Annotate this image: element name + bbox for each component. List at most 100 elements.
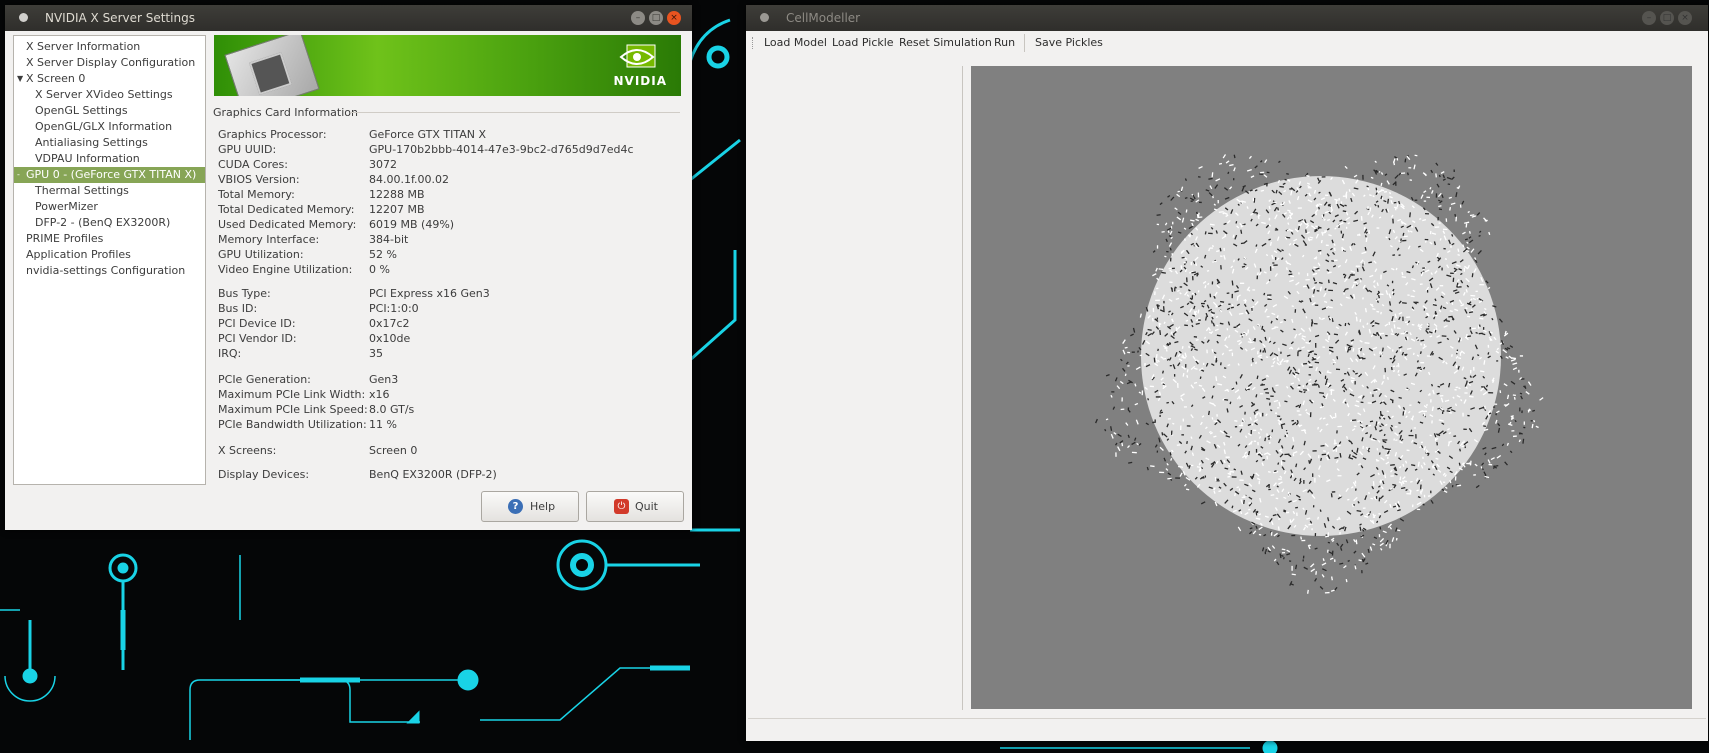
tree-item[interactable]: Application Profiles xyxy=(14,247,205,263)
tree-item[interactable]: ▼ X Screen 0 xyxy=(14,71,205,87)
run-button[interactable]: Run xyxy=(994,30,1015,56)
tree-item[interactable]: DFP-2 - (BenQ EX3200R) xyxy=(14,215,205,231)
tree-item[interactable]: Thermal Settings xyxy=(14,183,205,199)
help-button[interactable]: ? Help xyxy=(481,491,579,522)
cell xyxy=(1287,222,1290,225)
cell xyxy=(1223,187,1229,191)
tree-item[interactable]: X Server XVideo Settings xyxy=(14,87,205,103)
cell xyxy=(1309,350,1314,353)
cell xyxy=(1198,165,1203,169)
cell xyxy=(1257,355,1262,359)
tree-item[interactable]: OpenGL/GLX Information xyxy=(14,119,205,135)
cell xyxy=(1207,282,1210,286)
tree-item[interactable]: PowerMizer xyxy=(14,199,205,215)
window-menu-icon[interactable] xyxy=(19,13,28,22)
tree-item[interactable]: VDPAU Information xyxy=(14,151,205,167)
cell xyxy=(1114,377,1118,382)
tree-item-label: X Server Information xyxy=(26,40,141,53)
cell xyxy=(1161,271,1166,274)
cell xyxy=(1387,376,1389,380)
reset-simulation-button[interactable]: Reset Simulation xyxy=(899,30,992,56)
cell xyxy=(1219,362,1222,366)
close-icon[interactable]: × xyxy=(667,11,681,25)
cellmodeller-titlebar[interactable]: CellModeller – □ × xyxy=(746,5,1708,31)
cell xyxy=(1500,340,1505,345)
cell xyxy=(1487,352,1490,355)
window-menu-icon[interactable] xyxy=(760,13,769,22)
cell xyxy=(1482,446,1487,450)
cell xyxy=(1213,435,1217,438)
cell xyxy=(1532,409,1536,412)
save-pickles-button[interactable]: Save Pickles xyxy=(1035,30,1103,56)
minimize-icon[interactable]: – xyxy=(631,11,645,25)
expand-arrow-icon[interactable]: ▼ xyxy=(17,71,23,87)
simulation-canvas[interactable] xyxy=(971,66,1692,709)
cell xyxy=(1339,219,1343,222)
cell xyxy=(1268,205,1271,210)
close-icon[interactable]: × xyxy=(1678,11,1692,25)
cell xyxy=(1386,180,1390,185)
tree-item[interactable]: X Server Display Configuration xyxy=(14,55,205,71)
cell xyxy=(1167,477,1172,480)
cell xyxy=(1227,475,1231,478)
load-model-button[interactable]: Load Model xyxy=(764,30,827,56)
cell xyxy=(1345,191,1348,196)
cell xyxy=(1318,281,1323,285)
tree-item[interactable]: Antialiasing Settings xyxy=(14,135,205,151)
nvidia-titlebar[interactable]: NVIDIA X Server Settings – □ × xyxy=(5,5,692,31)
maximize-icon[interactable]: □ xyxy=(649,11,663,25)
cell xyxy=(1431,190,1434,194)
cell xyxy=(1325,535,1330,538)
cell xyxy=(1186,369,1189,373)
load-pickle-button[interactable]: Load Pickle xyxy=(832,30,894,56)
cell xyxy=(1197,309,1200,314)
cell xyxy=(1345,435,1349,439)
tree-item[interactable]: - GPU 0 - (GeForce GTX TITAN X) xyxy=(14,167,205,183)
collapse-icon[interactable]: - xyxy=(17,167,20,183)
cell xyxy=(1368,424,1372,427)
tree-item[interactable]: OpenGL Settings xyxy=(14,103,205,119)
cell xyxy=(1161,370,1165,374)
cell xyxy=(1329,351,1332,355)
cell xyxy=(1364,342,1370,344)
cell xyxy=(1124,373,1127,377)
minimize-icon[interactable]: – xyxy=(1642,11,1656,25)
cell xyxy=(1286,552,1291,556)
cell xyxy=(1159,411,1164,414)
cell xyxy=(1506,442,1509,446)
cell xyxy=(1459,448,1461,452)
tree-item[interactable]: PRIME Profiles xyxy=(14,231,205,247)
toolbar-grip[interactable] xyxy=(752,37,755,49)
maximize-icon[interactable]: □ xyxy=(1660,11,1674,25)
cell xyxy=(1211,172,1214,178)
tree-item[interactable]: nvidia-settings Configuration xyxy=(14,263,205,279)
cell xyxy=(1134,437,1137,441)
cell xyxy=(1411,265,1415,269)
side-panel xyxy=(748,66,963,710)
cell xyxy=(1281,548,1286,551)
cell xyxy=(1448,411,1452,414)
cell xyxy=(1270,365,1274,368)
cell xyxy=(1370,176,1374,179)
cell xyxy=(1260,358,1263,361)
cell xyxy=(1216,250,1220,253)
cell xyxy=(1379,351,1381,355)
cell xyxy=(1410,429,1413,433)
info-value: 384-bit xyxy=(369,233,409,246)
cell xyxy=(1419,351,1422,355)
cell xyxy=(1275,189,1278,194)
cell xyxy=(1353,550,1357,554)
cell xyxy=(1380,547,1383,551)
cell xyxy=(1380,195,1383,200)
cell xyxy=(1197,212,1200,218)
cell xyxy=(1369,207,1372,212)
cell xyxy=(1481,462,1485,466)
cell xyxy=(1317,385,1320,388)
tree-item[interactable]: X Server Information xyxy=(14,39,205,55)
cell xyxy=(1122,339,1126,344)
cell xyxy=(1119,380,1124,385)
cell xyxy=(1345,578,1348,583)
cell xyxy=(1334,456,1339,459)
quit-button[interactable]: ⏻ Quit xyxy=(586,491,684,522)
cell xyxy=(1280,554,1284,558)
